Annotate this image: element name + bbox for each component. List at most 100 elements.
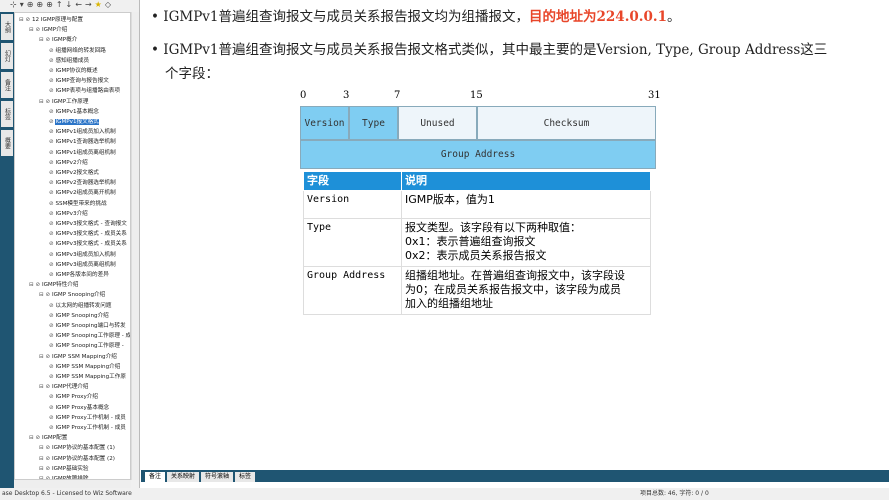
- tree-item[interactable]: ⊘ IGMP各版本间的差异: [49, 270, 109, 280]
- tree-item[interactable]: ⊘ IGMP SSM Mapping介绍: [49, 362, 120, 372]
- left-icon[interactable]: ←: [75, 0, 82, 12]
- tree-item[interactable]: ⊟ ⊘ IGMP介绍: [29, 25, 67, 35]
- tree-item-label: 感知组播成员: [55, 57, 90, 64]
- down-icon[interactable]: ↓: [66, 0, 73, 12]
- tree-item[interactable]: ⊘ IGMPv1组成员加入机制: [49, 127, 116, 137]
- bottom-tab[interactable]: 关系映射: [167, 472, 200, 482]
- vertical-tab[interactable]: 概要: [1, 130, 13, 156]
- tree-item[interactable]: ⊘ 以太网的组播转发问题: [49, 301, 111, 311]
- tree-item[interactable]: ⊘ IGMPv2报文格式: [49, 168, 99, 178]
- field-version: Version: [300, 106, 349, 140]
- tree-vertical-scrollbar[interactable]: [131, 12, 139, 480]
- tree-item[interactable]: ⊘ IGMP Proxy基本概念: [49, 403, 109, 413]
- vertical-tab[interactable]: 标签: [1, 101, 13, 127]
- vertical-tab[interactable]: 大纲: [1, 14, 13, 40]
- bullet-2-line1: IGMPv1普遍组查询报文与成员关系报告报文格式类似，其中最主要的是Versio…: [163, 42, 828, 58]
- tree-item[interactable]: ⊘ IGMPv3报文格式 - 查询报文: [49, 219, 127, 229]
- tree-item[interactable]: ⊘ 组播网络的转发回路: [49, 46, 106, 56]
- tree-item[interactable]: ⊟ ⊘ IGMP SSM Mapping介绍: [39, 352, 117, 362]
- tree-item[interactable]: ⊘ IGMPv2查询器选举机制: [49, 178, 116, 188]
- tree-horizontal-scrollbar[interactable]: [14, 480, 131, 488]
- tag-icon[interactable]: ◇: [105, 0, 111, 12]
- tree-item[interactable]: ⊘ IGMP Snooping介绍: [49, 311, 109, 321]
- tree-item-label: IGMP基础实验: [51, 465, 89, 472]
- tree-item-label: SSM模型带来的挑战: [55, 200, 107, 207]
- tree-item[interactable]: ⊟ ⊘ IGMP协议的基本配置 (1): [39, 443, 115, 453]
- tree-item[interactable]: ⊟ ⊘ IGMP代理介绍: [39, 382, 89, 392]
- tree-item[interactable]: ⊟ ⊘ IGMP基础实验: [39, 464, 89, 474]
- tree-item[interactable]: ⊟ ⊘ IGMP协议的基本配置 (2): [39, 454, 115, 464]
- tree-item-label: IGMPv3组成员加入机制: [55, 251, 116, 258]
- topic-icon: ⊟ ⊘: [39, 465, 52, 472]
- tree-item[interactable]: ⊘ IGMPv1基本概念: [49, 107, 99, 117]
- bottom-tab[interactable]: 备注: [145, 472, 166, 482]
- tree-item-label: IGMP配置: [41, 435, 68, 442]
- tree-item[interactable]: ⊟ ⊘ IGMP工作原理: [39, 97, 89, 107]
- tree-item[interactable]: ⊘ IGMPv3组成员离组机制: [49, 260, 116, 270]
- node2-icon[interactable]: ⊕: [36, 0, 43, 12]
- tree-item-label: IGMPv2报文格式: [55, 170, 99, 176]
- tree-item-label: IGMP Proxy基本概念: [55, 404, 110, 411]
- tree-item-label: IGMP查询与报告报文: [55, 78, 109, 85]
- tree-item[interactable]: ⊘ SSM模型带来的挑战: [49, 199, 107, 209]
- tree-item[interactable]: ⊘ IGMP Proxy工作机制 - 成员: [49, 423, 126, 433]
- tree-item[interactable]: ⊟ ⊘ IGMP概介: [39, 35, 77, 45]
- tree-item[interactable]: ⊘ 感知组播成员: [49, 56, 89, 66]
- bullet-1-text: IGMPv1普遍组查询报文与成员关系报告报文均为组播报文，: [163, 9, 530, 25]
- tree-item[interactable]: ⊘ IGMP Snooping工作原理 -: [49, 341, 124, 351]
- tree-item-label: IGMPv2查询器选举机制: [55, 180, 116, 187]
- tree-item[interactable]: ⊘ IGMPv1报文格式: [49, 117, 99, 127]
- dropdown-icon[interactable]: ▾: [20, 0, 24, 12]
- slide-content: • IGMPv1普遍组查询报文与成员关系报告报文均为组播报文，目的地址为224.…: [141, 0, 889, 470]
- vertical-tab[interactable]: 幻灯: [1, 43, 13, 69]
- bottom-tab[interactable]: 标签: [235, 472, 256, 482]
- tree-item[interactable]: ⊘ IGMPv2组成员离开机制: [49, 188, 116, 198]
- tree-item[interactable]: ⊘ IGMPv1组成员离组机制: [49, 148, 116, 158]
- tree-item[interactable]: ⊘ IGMP Proxy工作机制 - 成员: [49, 413, 126, 423]
- tree-item[interactable]: ⊘ IGMP SSM Mapping工作原: [49, 372, 126, 382]
- topic-icon: ⊟ ⊘: [39, 98, 52, 105]
- tree-item[interactable]: ⊘ IGMPv3报文格式 - 成员关系: [49, 229, 127, 239]
- tree-item[interactable]: ⊘ IGMPv3报文格式 - 成员关系: [49, 239, 127, 249]
- node-icon[interactable]: ⊕: [27, 0, 34, 12]
- tree-item-label: IGMPv3报文格式 - 查询报文: [55, 221, 127, 227]
- topic-icon: ⊟ ⊘: [39, 353, 52, 360]
- tree-item[interactable]: ⊟ ⊘ IGMP配置: [29, 433, 67, 443]
- bit-31: 31: [648, 90, 661, 101]
- right-icon[interactable]: →: [85, 0, 92, 12]
- packet-format-diagram: 0 3 7 15 31 Version Type Unused Checksum…: [300, 90, 661, 169]
- tree-item[interactable]: ⊘ IGMP查询与报告报文: [49, 76, 109, 86]
- tree-item[interactable]: ⊘ IGMP Snooping端口与转发: [49, 321, 126, 331]
- star-icon[interactable]: ★: [95, 0, 102, 12]
- tree-item-label: IGMP Snooping介绍: [55, 312, 109, 319]
- tree-item[interactable]: ⊟ ⊘ 12 IGMP原理与配置: [19, 15, 83, 25]
- up-icon[interactable]: ↑: [56, 0, 63, 12]
- tree-icon[interactable]: ⊹: [10, 0, 17, 12]
- tree-item-label: IGMP介绍: [41, 27, 68, 34]
- tree-item[interactable]: ⊘ IGMPv3介绍: [49, 209, 88, 219]
- table-header: 字段 说明: [303, 171, 651, 191]
- description-line: 加入的组播组地址: [405, 297, 493, 310]
- tree-item[interactable]: ⊘ IGMPv3组成员加入机制: [49, 250, 116, 260]
- field-type: Type: [349, 106, 398, 140]
- tree-item[interactable]: ⊘ IGMP Proxy介绍: [49, 392, 98, 402]
- field-description: IGMP版本，值为1: [401, 190, 651, 219]
- vertical-tab[interactable]: 备注: [1, 72, 13, 98]
- tree-item[interactable]: ⊘ IGMPv2介绍: [49, 158, 88, 168]
- tree-item[interactable]: ⊘ IGMP表项与组播路由表项: [49, 86, 120, 96]
- field-description: 报文类型。该字段有以下两种取值： 0x1：表示普遍组查询报文 0x2：表示成员关系报…: [401, 218, 651, 267]
- bullet-2: • IGMPv1普遍组查询报文与成员关系报告报文格式类似，其中最主要的是Vers…: [151, 42, 828, 58]
- tree-item-label: IGMPv2介绍: [55, 159, 88, 166]
- tree-item-label: IGMP特性介绍: [41, 282, 79, 289]
- table-row: Type 报文类型。该字段有以下两种取值： 0x1：表示普遍组查询报文 0x2：表示成…: [303, 218, 651, 267]
- tree-item[interactable]: ⊘ IGMPv1查询器选举机制: [49, 137, 116, 147]
- outline-tree: ⊟ ⊘ 12 IGMP原理与配置 ⊟ ⊘ IGMP介绍 ⊟ ⊘ IGMP概介 ⊘ 组播…: [14, 12, 131, 480]
- tree-item[interactable]: ⊘ IGMP协议的概述: [49, 66, 98, 76]
- tree-item[interactable]: ⊘ IGMP Snooping工作原理 - 成: [49, 331, 130, 341]
- bottom-tab[interactable]: 符号滚轴: [201, 472, 234, 482]
- tree-item[interactable]: ⊟ ⊘ IGMP特性介绍: [29, 280, 79, 290]
- tree-item[interactable]: ⊟ ⊘ IGMP Snooping介绍: [39, 290, 105, 300]
- tree-item-label: IGMP各版本间的差异: [55, 272, 109, 278]
- tree-item-label: IGMP工作原理: [51, 98, 89, 105]
- node3-icon[interactable]: ⊕: [46, 0, 53, 12]
